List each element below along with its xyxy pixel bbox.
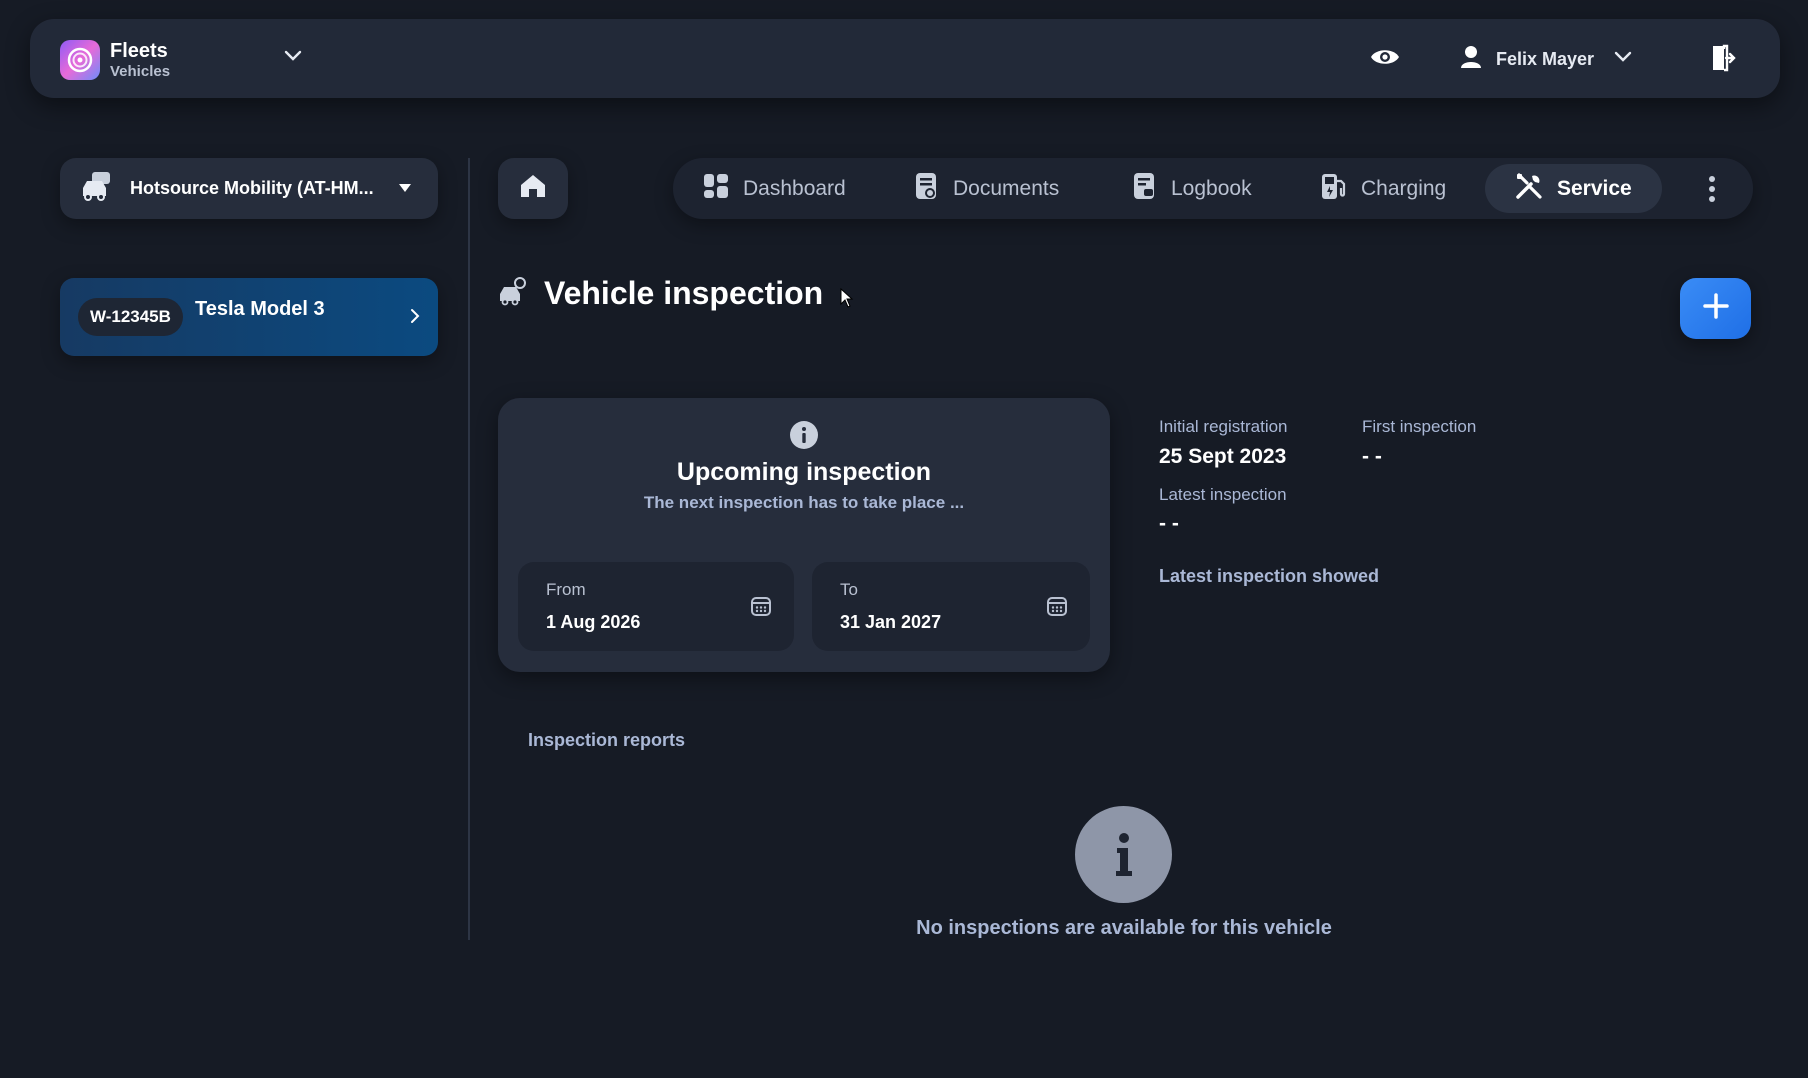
car-fleet-icon <box>80 170 114 207</box>
logbook-icon <box>1133 172 1157 206</box>
organization-name: Hotsource Mobility (AT-HM... <box>130 178 374 198</box>
to-value: 31 Jan 2027 <box>840 612 942 632</box>
latest-inspection-value: - - <box>1159 512 1179 535</box>
tab-charging[interactable]: Charging <box>1321 164 1446 213</box>
vehicle-card[interactable]: W-12345B Tesla Model 3 <box>60 278 438 356</box>
grid-icon <box>703 173 729 205</box>
tools-icon <box>1515 172 1543 206</box>
inspection-reports-label: Inspection reports <box>528 730 686 750</box>
latest-inspection-link[interactable]: Latest inspection showed <box>1159 566 1379 587</box>
upcoming-inspection-card: Upcoming inspection The next inspection … <box>498 398 1110 672</box>
first-inspection-label: First inspection <box>1362 417 1477 436</box>
add-inspection-button[interactable] <box>1680 278 1751 339</box>
from-label: From <box>546 580 586 599</box>
tab-logbook[interactable]: Logbook <box>1133 164 1252 213</box>
column-divider <box>468 158 470 940</box>
car-inspection-icon <box>498 276 528 311</box>
empty-state-text: No inspections are available for this ve… <box>916 917 1332 939</box>
first-inspection-value: - - <box>1362 445 1382 468</box>
tab-label: Service <box>1557 176 1632 200</box>
more-vertical-icon[interactable] <box>1697 172 1727 206</box>
user-icon <box>1460 45 1482 74</box>
page-header: Vehicle inspection <box>498 275 823 312</box>
app-page: Fleets Vehicles Felix Mayer Hotsource Mo… <box>0 0 1808 1078</box>
swirl-logo-icon <box>60 40 100 80</box>
tab-label: Logbook <box>1171 176 1252 200</box>
vehicle-model: Tesla Model 3 <box>195 298 325 320</box>
caret-down-icon <box>398 180 412 198</box>
info-icon <box>789 420 819 455</box>
chevron-down-icon[interactable] <box>284 49 302 67</box>
brand[interactable]: Fleets Vehicles <box>60 39 170 81</box>
calendar-icon <box>1046 595 1068 622</box>
fuel-pump-icon <box>1321 172 1347 206</box>
latest-inspection-label: Latest inspection <box>1159 485 1287 504</box>
brand-title: Fleets <box>110 40 168 62</box>
brand-subtitle: Vehicles <box>110 63 171 80</box>
info-icon <box>1075 806 1172 903</box>
initial-registration-label: Initial registration <box>1159 417 1288 436</box>
user-menu[interactable]: Felix Mayer <box>1460 41 1632 77</box>
to-label: To <box>840 580 858 599</box>
top-bar: Fleets Vehicles Felix Mayer <box>30 19 1780 98</box>
tab-label: Dashboard <box>743 176 846 200</box>
from-date-field[interactable]: From 1 Aug 2026 <box>518 562 794 651</box>
organization-select[interactable]: Hotsource Mobility (AT-HM... <box>60 158 438 219</box>
to-date-field[interactable]: To 31 Jan 2027 <box>812 562 1090 651</box>
from-value: 1 Aug 2026 <box>546 612 641 632</box>
tab-service[interactable]: Service <box>1485 164 1662 213</box>
upcoming-title: Upcoming inspection <box>676 458 932 486</box>
home-icon <box>519 173 547 204</box>
mouse-cursor-icon <box>840 287 854 313</box>
tab-label: Charging <box>1361 176 1447 200</box>
tab-dashboard[interactable]: Dashboard <box>703 164 846 213</box>
chevron-down-icon <box>1614 50 1632 68</box>
user-name: Felix Mayer <box>1496 48 1595 69</box>
tab-bar: Dashboard Documents Logbook Charging Ser… <box>673 158 1753 219</box>
logout-icon[interactable] <box>1710 43 1736 78</box>
home-button[interactable] <box>498 158 568 219</box>
document-icon <box>915 172 939 206</box>
license-plate: W-12345B <box>78 298 183 336</box>
chevron-right-icon <box>410 308 420 329</box>
upcoming-subtitle: The next inspection has to take place ..… <box>643 493 965 512</box>
initial-registration-value: 25 Sept 2023 <box>1159 445 1287 468</box>
page-title: Vehicle inspection <box>544 275 824 311</box>
plus-icon <box>1702 292 1730 325</box>
tab-label: Documents <box>953 176 1060 200</box>
tab-documents[interactable]: Documents <box>915 164 1059 213</box>
eye-icon[interactable] <box>1370 45 1400 74</box>
calendar-icon <box>750 595 772 622</box>
